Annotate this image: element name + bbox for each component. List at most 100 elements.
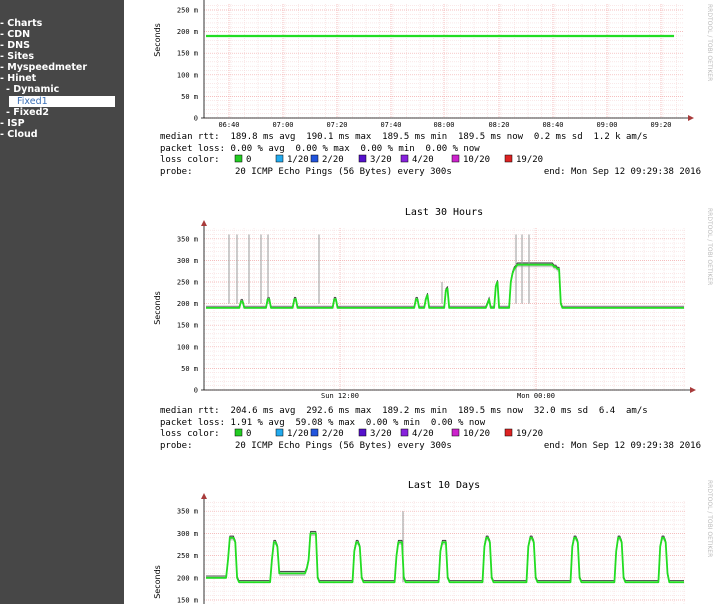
x-tick-label: Mon 00:00 <box>517 392 555 400</box>
loss-color-value: 0 <box>246 155 251 165</box>
loss-color-value: 4/20 <box>412 155 434 165</box>
loss-color-label: loss color: <box>160 429 220 439</box>
loss-color-swatch <box>400 428 409 437</box>
loss-color-value: 1/20 <box>287 429 309 439</box>
nav-item-sites[interactable]: - Sites <box>0 51 34 62</box>
y-tick-label: 250 m <box>177 7 198 15</box>
y-tick-label: 300 m <box>177 257 198 265</box>
x-tick-label: 06:40 <box>218 121 239 129</box>
graph-title: Last 30 Hours <box>405 207 483 218</box>
graph-stats: median rtt: 189.8 ms avg 190.1 ms max 18… <box>160 132 701 177</box>
y-tick-label: 200 m <box>177 574 198 582</box>
graph-plot <box>206 511 684 584</box>
graph-grid <box>204 228 686 391</box>
x-tick-label: 09:00 <box>596 121 617 129</box>
probe-label: probe: <box>160 167 193 177</box>
graph-last-30-hours: Last 30 Hours 0 50 m 100 m 150 m 200 m 250 m 3… <box>153 207 713 451</box>
y-tick-label: 300 m <box>177 530 198 538</box>
loss-color-swatch <box>234 154 243 163</box>
probe-info: 20 ICMP Echo Pings (56 Bytes) every 300s <box>235 441 452 451</box>
loss-color-value: 1/20 <box>287 155 309 165</box>
nav-item-fixed1[interactable]: Fixed1 <box>9 96 115 107</box>
loss-color-legend: 0 1/20 2/20 3/20 4/20 10/20 19/20 <box>234 428 543 439</box>
end-time: end: Mon Sep 12 09:29:38 2016 <box>544 167 701 177</box>
loss-color-value: 2/20 <box>322 155 344 165</box>
nav-item-cdn[interactable]: - CDN <box>0 29 30 40</box>
loss-color-swatch <box>275 428 284 437</box>
loss-color-value: 4/20 <box>412 429 434 439</box>
loss-color-swatch <box>310 154 319 163</box>
probe-info: 20 ICMP Echo Pings (56 Bytes) every 300s <box>235 167 452 177</box>
nav-item-hinet[interactable]: - Hinet <box>0 73 36 84</box>
y-tick-label: 150 m <box>177 597 198 604</box>
graph-grid <box>204 501 686 604</box>
x-tick-label: 09:20 <box>650 121 671 129</box>
x-axis-arrow <box>690 387 696 393</box>
loss-color-legend: 0 1/20 2/20 3/20 4/20 10/20 19/20 <box>234 154 543 165</box>
loss-color-label: loss color: <box>160 155 220 165</box>
loss-color-swatch <box>275 154 284 163</box>
y-tick-label: 150 m <box>177 50 198 58</box>
probe-label: probe: <box>160 441 193 451</box>
x-tick-label: 07:40 <box>380 121 401 129</box>
loss-color-value: 19/20 <box>516 155 543 165</box>
nav-item-charts[interactable]: - Charts <box>0 18 42 29</box>
loss-color-value: 10/20 <box>463 429 490 439</box>
y-tick-label: 0 <box>194 115 198 123</box>
x-tick-label: 07:20 <box>326 121 347 129</box>
loss-color-value: 2/20 <box>322 429 344 439</box>
loss-color-swatch <box>400 154 409 163</box>
nav-item-cloud[interactable]: - Cloud <box>0 129 38 140</box>
loss-color-swatch <box>451 428 460 437</box>
y-axis-arrow <box>201 493 207 499</box>
graph-stats: median rtt: 204.6 ms avg 292.6 ms max 18… <box>160 406 701 451</box>
y-tick-label: 200 m <box>177 28 198 36</box>
nav-item-dns[interactable]: - DNS <box>0 40 30 51</box>
loss-color-swatch <box>504 428 513 437</box>
nav-item-dynamic[interactable]: - Dynamic <box>6 84 59 95</box>
y-tick-label: 100 m <box>177 71 198 79</box>
x-tick-label: 07:00 <box>272 121 293 129</box>
y-tick-label: 50 m <box>181 365 198 373</box>
y-tick-label: 250 m <box>177 279 198 287</box>
y-axis-label: Seconds <box>153 565 162 599</box>
graphs-svg: 0 50 m 100 m 150 m 200 m 250 m 06:40 07:00 07:20… <box>153 0 713 604</box>
y-axis-label: Seconds <box>153 23 162 57</box>
packet-loss-stats: packet loss: 0.00 % avg 0.00 % max 0.00 … <box>160 144 480 154</box>
loss-color-value: 10/20 <box>463 155 490 165</box>
rrdtool-watermark: RRDTOOL / TOBI OETIKER <box>706 208 713 285</box>
graph-last-10-days: Last 10 Days 150 m 200 m 250 m 300 m 350 m S… <box>153 480 713 604</box>
nav-item-fixed2[interactable]: - Fixed2 <box>6 107 49 118</box>
x-tick-label: 08:40 <box>542 121 563 129</box>
end-time: end: Mon Sep 12 09:29:38 2016 <box>544 441 701 451</box>
rrdtool-watermark: RRDTOOL / TOBI OETIKER <box>706 4 713 81</box>
graph-plot <box>206 234 684 309</box>
packet-loss-stats: packet loss: 1.91 % avg 59.08 % max 0.00… <box>160 418 486 428</box>
loss-color-swatch <box>234 428 243 437</box>
x-axis-arrow <box>688 115 694 121</box>
y-tick-label: 200 m <box>177 300 198 308</box>
graph-last-3-hours: 0 50 m 100 m 150 m 200 m 250 m 06:40 07:00 07:20… <box>153 0 713 177</box>
loss-color-value: 3/20 <box>370 429 392 439</box>
graph-axes: 150 m 200 m 250 m 300 m 350 m <box>177 493 207 604</box>
loss-color-value: 3/20 <box>370 155 392 165</box>
nav-item-isp[interactable]: - ISP <box>0 118 25 129</box>
sidebar-nav: - Charts - CDN - DNS - Sites - Myspeedme… <box>0 0 124 604</box>
nav-item-myspeedmeter[interactable]: - Myspeedmeter <box>0 62 87 73</box>
graph-title: Last 10 Days <box>408 480 480 491</box>
x-tick-label: Sun 12:00 <box>321 392 359 400</box>
loss-color-swatch <box>310 428 319 437</box>
loss-color-value: 0 <box>246 429 251 439</box>
y-axis-arrow <box>201 220 207 226</box>
loss-color-swatch <box>504 154 513 163</box>
x-tick-label: 08:00 <box>433 121 454 129</box>
y-axis-label: Seconds <box>153 291 162 325</box>
y-tick-label: 250 m <box>177 552 198 560</box>
y-tick-label: 150 m <box>177 322 198 330</box>
loss-color-value: 19/20 <box>516 429 543 439</box>
y-tick-label: 350 m <box>177 235 198 243</box>
loss-color-swatch <box>358 154 367 163</box>
loss-color-swatch <box>451 154 460 163</box>
graph-grid <box>204 4 684 119</box>
loss-color-swatch <box>358 428 367 437</box>
